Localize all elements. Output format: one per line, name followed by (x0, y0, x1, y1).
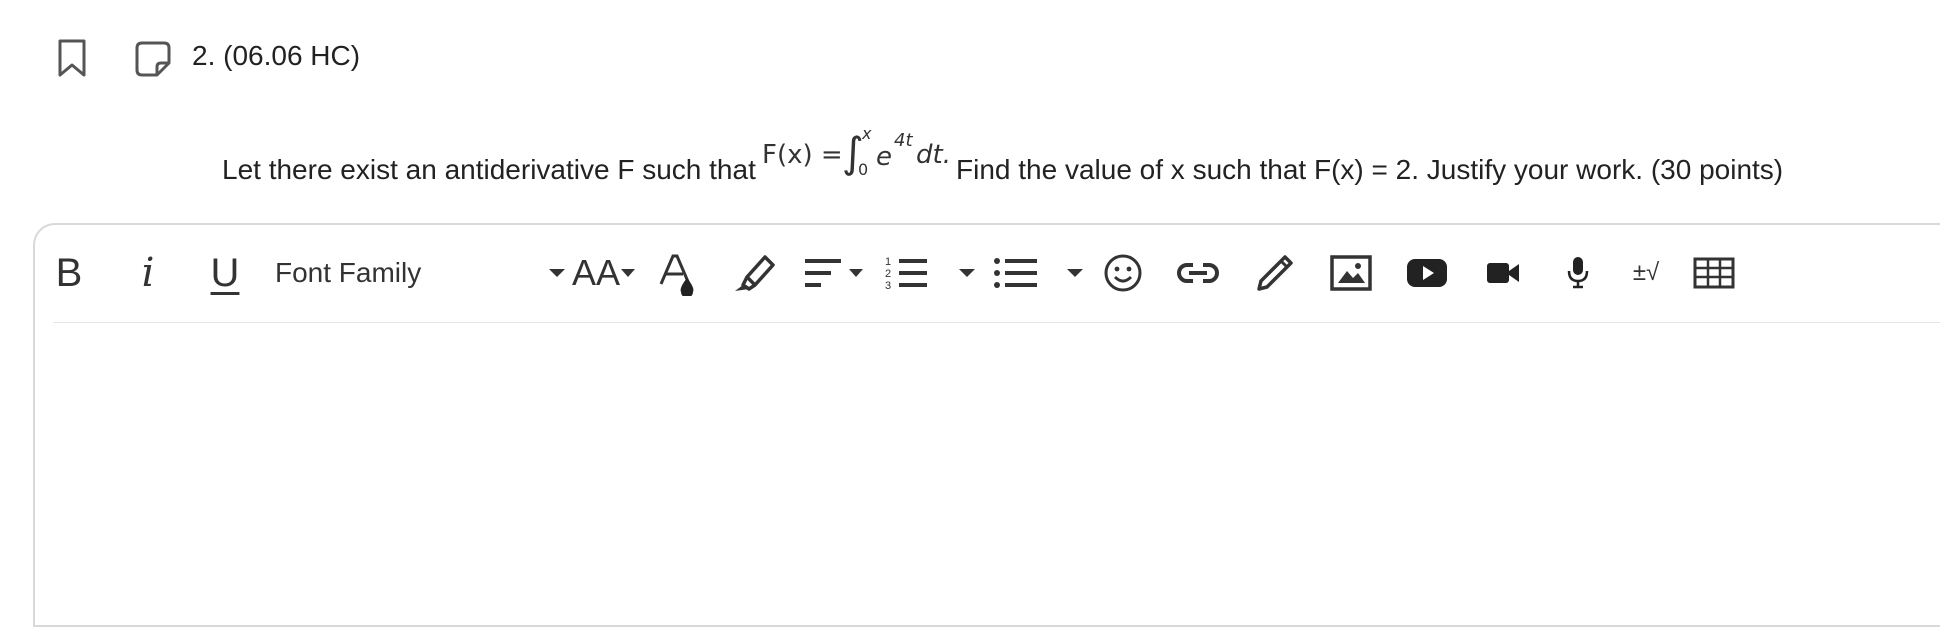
note-icon[interactable] (134, 40, 172, 78)
align-icon[interactable] (803, 245, 867, 301)
emoji-icon[interactable] (1103, 245, 1143, 301)
chevron-down-icon (959, 269, 975, 277)
table-icon[interactable] (1693, 245, 1735, 301)
prompt-text-before: Let there exist an antiderivative F such… (222, 154, 756, 185)
rich-text-editor[interactable]: B i U Font Family AA 123 ±√ (33, 223, 1940, 627)
formula-lhs: F(x) = (762, 140, 843, 170)
link-icon[interactable] (1175, 245, 1221, 301)
question-header: 2. (06.06 HC) (0, 0, 1940, 110)
question-number: 2. (06.06 HC) (192, 40, 361, 71)
image-icon[interactable] (1329, 245, 1373, 301)
exponent: 4t (894, 130, 913, 151)
chevron-down-icon (549, 269, 565, 277)
svg-text:3: 3 (885, 280, 891, 292)
differential: dt. (916, 140, 951, 170)
bookmark-icon[interactable] (56, 38, 88, 78)
editor-toolbar: B i U Font Family AA 123 ±√ (35, 225, 1940, 321)
underline-button[interactable]: U (205, 245, 245, 301)
prompt-text-after: Find the value of x such that F(x) = 2. … (956, 154, 1784, 185)
svg-text:2: 2 (885, 268, 891, 280)
pencil-icon[interactable] (1253, 245, 1297, 301)
bold-button[interactable]: B (49, 245, 89, 301)
math-equation-button[interactable]: ±√ (1629, 245, 1663, 301)
chevron-down-icon (621, 269, 636, 277)
highlighter-icon[interactable] (731, 245, 779, 301)
ordered-list-icon[interactable]: 123 (883, 245, 931, 301)
text-color-icon[interactable] (657, 245, 697, 301)
ordered-list-dropdown[interactable] (957, 245, 977, 301)
youtube-icon[interactable] (1405, 245, 1449, 301)
lower-limit: 0 (858, 160, 869, 179)
base-e: e (876, 142, 892, 172)
font-size-button[interactable]: AA (571, 245, 637, 301)
question-prompt: Let there exist an antiderivative F such… (222, 120, 1922, 190)
chevron-down-icon (1067, 269, 1083, 277)
svg-text:1: 1 (885, 256, 891, 268)
editor-content-area[interactable] (53, 335, 1940, 555)
font-size-label: AA (571, 252, 621, 293)
toolbar-divider (53, 322, 1940, 323)
unordered-list-dropdown[interactable] (1065, 245, 1085, 301)
video-icon[interactable] (1485, 245, 1521, 301)
font-family-select[interactable]: Font Family (275, 245, 565, 301)
font-family-label: Font Family (275, 257, 422, 288)
microphone-icon[interactable] (1565, 245, 1591, 301)
unordered-list-icon[interactable] (993, 245, 1039, 301)
upper-limit: x (862, 124, 872, 143)
italic-button[interactable]: i (133, 245, 163, 301)
